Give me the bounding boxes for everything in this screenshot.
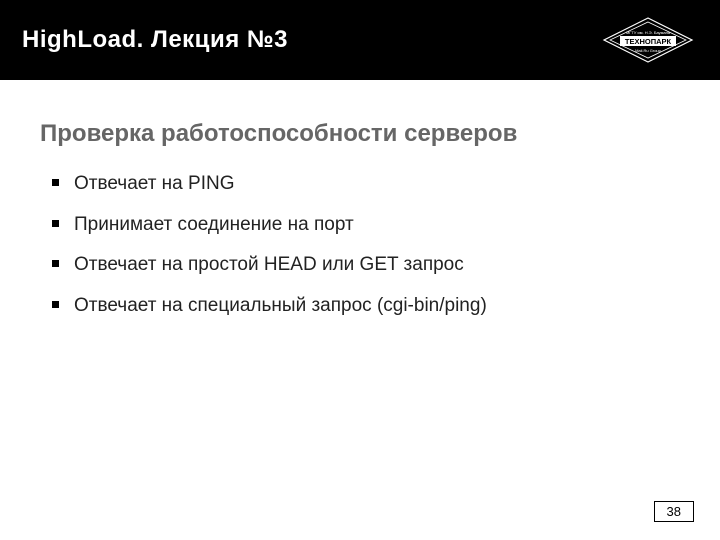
logo-top-text: МГТУ им. Н.Э. Баумана [626,30,671,35]
list-item: Отвечает на специальный запрос (cgi-bin/… [52,294,690,319]
lecture-title: HighLoad. Лекция №3 [22,26,288,54]
bullet-list: Отвечает на PING Принимает соединение на… [40,172,690,319]
slide-header: HighLoad. Лекция №3 МГТУ им. Н.Э. Бауман… [0,0,720,80]
list-item: Принимает соединение на порт [52,213,690,238]
page-number: 38 [654,501,694,522]
logo-main-text: ТЕХНОПАРК [625,37,672,46]
list-item: Отвечает на простой HEAD или GET запрос [52,253,690,278]
list-item: Отвечает на PING [52,172,690,197]
slide-content: Проверка работоспособности серверов Отве… [0,80,720,319]
logo-sub-text: Mail.Ru Group [635,48,662,53]
logo-svg: МГТУ им. Н.Э. Баумана ТЕХНОПАРК Mail.Ru … [598,14,698,66]
slide-heading: Проверка работоспособности серверов [40,120,690,148]
technopark-logo: МГТУ им. Н.Э. Баумана ТЕХНОПАРК Mail.Ru … [598,14,698,66]
